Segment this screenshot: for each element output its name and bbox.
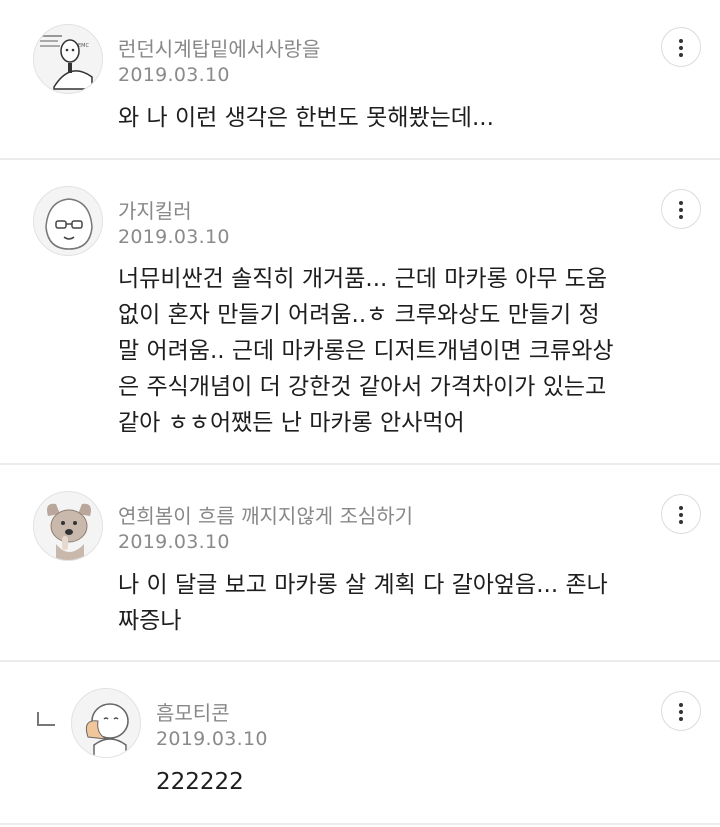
avatar[interactable] [33, 186, 103, 256]
avatar-image: EMC [40, 35, 93, 90]
comment-line: 같아 ㅎㅎ어쨌든 난 마카롱 안사먹어 [118, 410, 465, 436]
avatar[interactable] [71, 688, 141, 758]
comment-author[interactable]: 가지킬러 [118, 195, 192, 224]
comment-line: 말 어려움.. 근데 마카롱은 디저트개념이면 크류와상 [118, 338, 614, 364]
more-options-button[interactable] [661, 189, 701, 229]
avatar[interactable] [33, 491, 103, 561]
comment-author[interactable]: 런던시계탑밑에서사랑을 [118, 33, 320, 62]
reply-comment-item: 흠모티콘 2019.03.10 222222 [0, 662, 720, 827]
comment-author[interactable]: 연희봄이 흐름 깨지지않게 조심하기 [118, 500, 413, 529]
comment-date: 2019.03.10 [118, 226, 230, 248]
avatar-image [85, 703, 129, 757]
comment-line: 나 이 달글 보고 마카롱 살 계획 다 갈아엎음... 존나 [118, 572, 608, 598]
comment-line: 없이 혼자 만들기 어려움..ㅎ 크루와상도 만들기 정 [118, 302, 600, 328]
comment-date: 2019.03.10 [156, 728, 268, 750]
more-vertical-icon [679, 39, 683, 43]
more-vertical-icon [679, 703, 683, 707]
divider [0, 823, 720, 825]
comment-date: 2019.03.10 [118, 64, 230, 86]
more-options-button[interactable] [661, 494, 701, 534]
avatar[interactable]: EMC [33, 24, 103, 94]
comment-item: 가지킬러 2019.03.10 너뮤비싼건 솔직히 개거품... 근데 마카롱 … [0, 160, 720, 465]
comment-item: 연희봄이 흐름 깨지지않게 조심하기 2019.03.10 나 이 달글 보고 … [0, 465, 720, 662]
more-vertical-icon [679, 201, 683, 205]
comment-author[interactable]: 흠모티콘 [156, 697, 230, 726]
comment-body: 와 나 이런 생각은 한번도 못해봤는데... [118, 100, 494, 136]
svg-text:EMC: EMC [78, 43, 89, 49]
comment-line: 너뮤비싼건 솔직히 개거품... 근데 마카롱 아무 도움 [118, 266, 607, 292]
comment-date: 2019.03.10 [118, 531, 230, 553]
comment-body: 222222 [156, 764, 244, 800]
comment-line: 와 나 이런 생각은 한번도 못해봤는데... [118, 105, 494, 131]
more-options-button[interactable] [661, 27, 701, 67]
more-options-button[interactable] [661, 691, 701, 731]
more-vertical-icon [679, 506, 683, 510]
reply-arrow-icon [37, 712, 55, 726]
comment-body: 나 이 달글 보고 마카롱 살 계획 다 갈아엎음... 존나 짜증나 [118, 567, 608, 639]
comment-line: 은 주식개념이 더 강한것 같아서 가격차이가 있는고 [118, 374, 607, 400]
comment-line: 짜증나 [118, 608, 182, 634]
avatar-image [45, 198, 93, 250]
avatar-image [47, 503, 91, 560]
comment-item: EMC 런던시계탑밑에서사랑을 2019.03.10 와 나 이런 생각은 한번… [0, 0, 720, 160]
comment-line: 222222 [156, 769, 244, 795]
comment-body: 너뮤비싼건 솔직히 개거품... 근데 마카롱 아무 도움 없이 혼자 만들기 … [118, 261, 614, 441]
